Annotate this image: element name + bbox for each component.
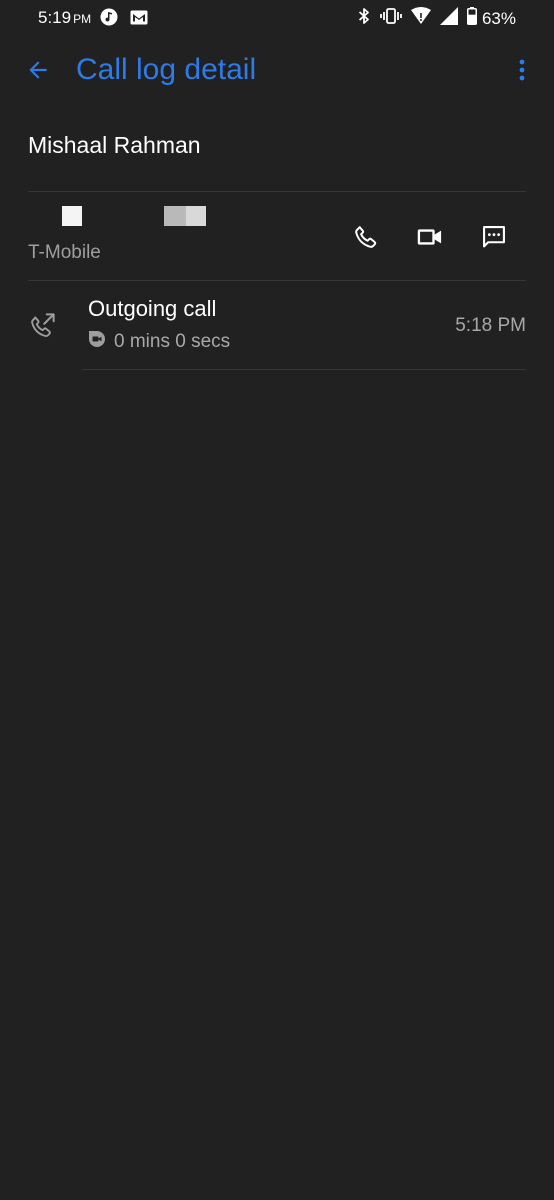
call-button[interactable]	[349, 220, 383, 254]
videocam-icon	[417, 229, 442, 245]
duo-icon	[88, 330, 106, 353]
redaction-block	[164, 206, 186, 226]
divider	[28, 280, 526, 281]
bluetooth-icon	[357, 7, 371, 30]
more-vert-icon	[519, 59, 525, 81]
phone-number-block[interactable]: T-Mobile	[28, 200, 528, 270]
contact-name: Mishaal Rahman	[28, 132, 201, 158]
divider	[82, 369, 526, 370]
call-time: 5:18 PM	[455, 315, 526, 336]
status-notification-icons	[100, 8, 148, 31]
carrier-label: T-Mobile	[28, 242, 101, 263]
overflow-menu-button[interactable]	[510, 52, 534, 88]
gmail-icon	[130, 10, 148, 30]
app-bar: Call log detail	[0, 44, 554, 96]
cell-signal-icon	[439, 7, 458, 30]
page-title: Call log detail	[76, 53, 257, 86]
call-duration-text: 0 mins 0 secs	[114, 330, 231, 352]
status-system-icons: 63%	[357, 7, 516, 30]
call-duration: 0 mins 0 secs	[88, 330, 230, 353]
divider	[28, 191, 526, 192]
call-type-label: Outgoing call	[88, 296, 217, 321]
message-button[interactable]	[477, 220, 511, 254]
redaction-block	[186, 206, 206, 226]
music-note-icon	[100, 8, 118, 31]
vibrate-icon	[380, 7, 402, 30]
phone-icon	[355, 226, 377, 248]
sms-icon	[483, 226, 505, 248]
status-time: 5:19 PM	[38, 8, 91, 28]
status-time-value: 5:19	[38, 8, 72, 27]
redaction-block	[62, 206, 82, 226]
video-call-button[interactable]	[413, 220, 447, 254]
back-button[interactable]	[22, 54, 54, 86]
call-log-entry: Outgoing call 0 mins 0 secs 5:18 PM	[0, 282, 554, 370]
status-time-ampm: PM	[73, 12, 92, 26]
battery-icon	[466, 7, 477, 30]
wifi-icon	[410, 7, 431, 30]
status-bar: 5:19 PM 63%	[0, 0, 554, 36]
call-made-icon	[28, 310, 58, 345]
arrow-left-icon	[29, 61, 47, 79]
battery-percent: 63%	[481, 8, 516, 28]
